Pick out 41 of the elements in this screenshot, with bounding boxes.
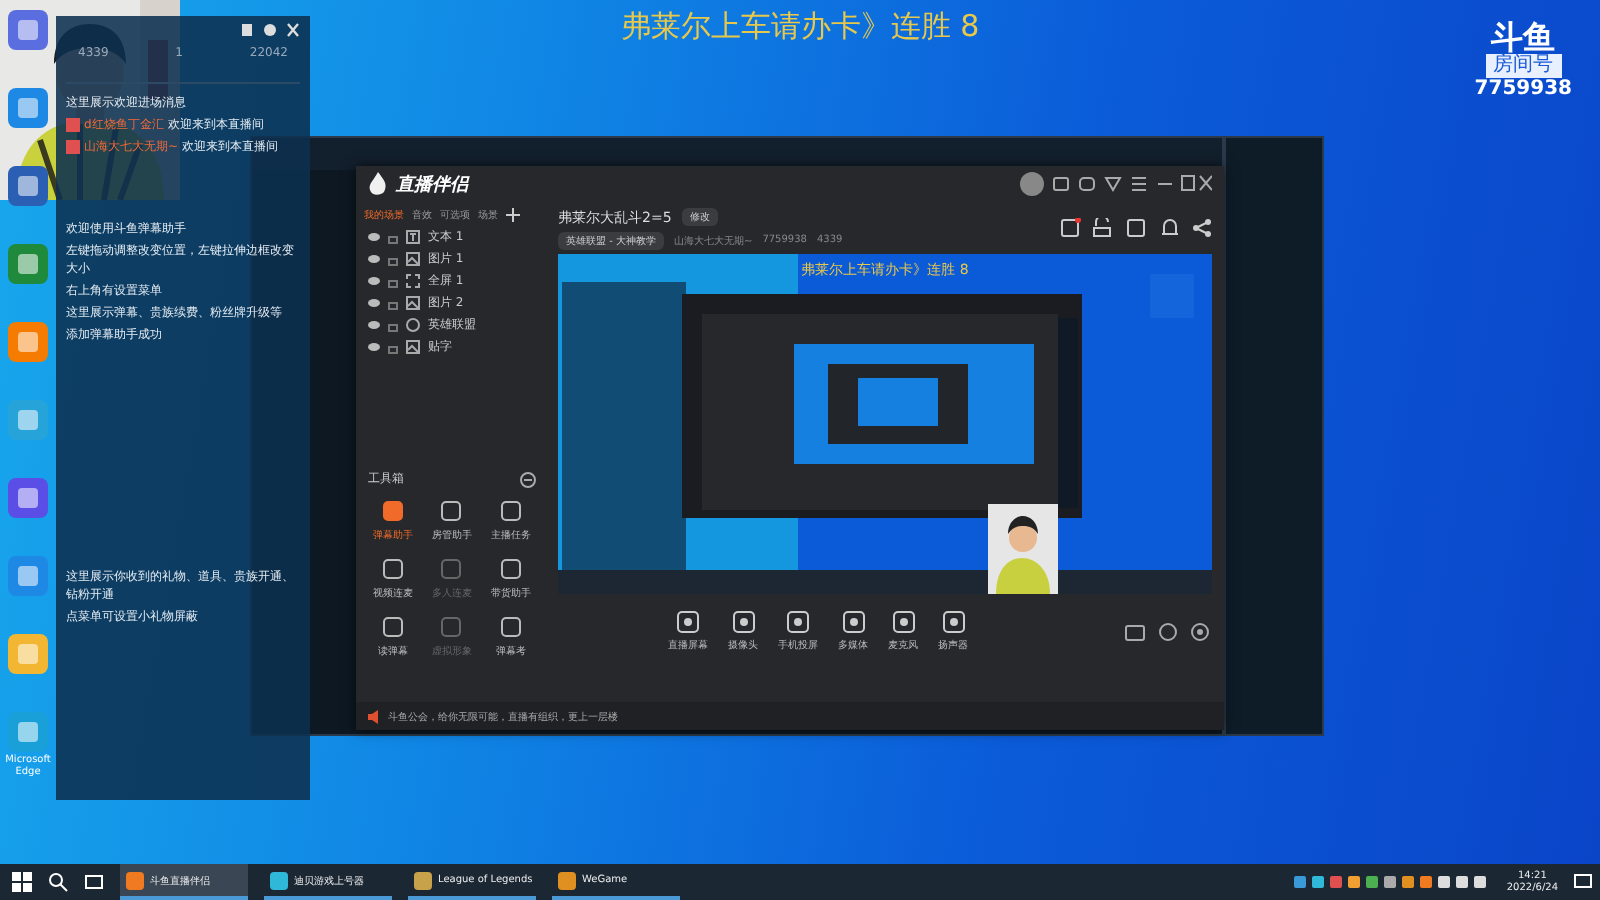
control-icon[interactable]: [731, 610, 755, 634]
screen-source-icon: [406, 274, 420, 288]
image-source-icon: [406, 340, 420, 354]
tool-icon[interactable]: [440, 500, 463, 522]
image-source-icon: [406, 296, 420, 310]
avatar-icon[interactable]: [1020, 172, 1044, 196]
task-view-icon[interactable]: [84, 872, 104, 892]
tool-icon[interactable]: [499, 500, 522, 522]
toolbar-icons-drawing[interactable]: [1060, 218, 1212, 238]
control-icon[interactable]: [676, 610, 700, 634]
app-icon[interactable]: [6, 476, 50, 520]
app-logo: 直播伴侣: [396, 172, 468, 197]
tool-icon[interactable]: [499, 616, 522, 638]
douyu-logo: 斗鱼: [1491, 20, 1556, 54]
room-number: 7759938: [1474, 78, 1572, 100]
control-icon[interactable]: [891, 610, 915, 634]
collapse-icon[interactable]: [520, 471, 536, 487]
app-icon[interactable]: [6, 86, 50, 130]
window-controls-icon[interactable]: [1052, 174, 1212, 194]
tool-icon[interactable]: [382, 558, 405, 580]
control-icon[interactable]: [786, 610, 810, 634]
image-source-icon: [406, 252, 420, 266]
tool-icon[interactable]: [382, 616, 405, 638]
tray-icons-drawing[interactable]: [1294, 874, 1491, 890]
add-icon[interactable]: [506, 207, 520, 221]
stream-title: 弗莱尔上车请办卡》连胜 8: [620, 8, 980, 46]
tool-icon[interactable]: [499, 558, 522, 580]
app-icon[interactable]: [6, 8, 50, 52]
window-controls-icon[interactable]: [240, 22, 300, 38]
person-figure-drawing: [988, 504, 1058, 594]
control-icon[interactable]: [941, 610, 965, 634]
control-icon[interactable]: [841, 610, 865, 634]
room-label: 房间号: [1485, 54, 1562, 78]
app-icon[interactable]: [6, 164, 50, 208]
tool-icon[interactable]: [382, 500, 405, 522]
game-source-icon: [406, 318, 420, 332]
notification-icon[interactable]: [1574, 873, 1592, 891]
windows-icon[interactable]: [12, 872, 32, 892]
speaker-icon: [368, 709, 382, 723]
search-icon[interactable]: [48, 872, 68, 892]
text-source-icon: [406, 230, 420, 244]
